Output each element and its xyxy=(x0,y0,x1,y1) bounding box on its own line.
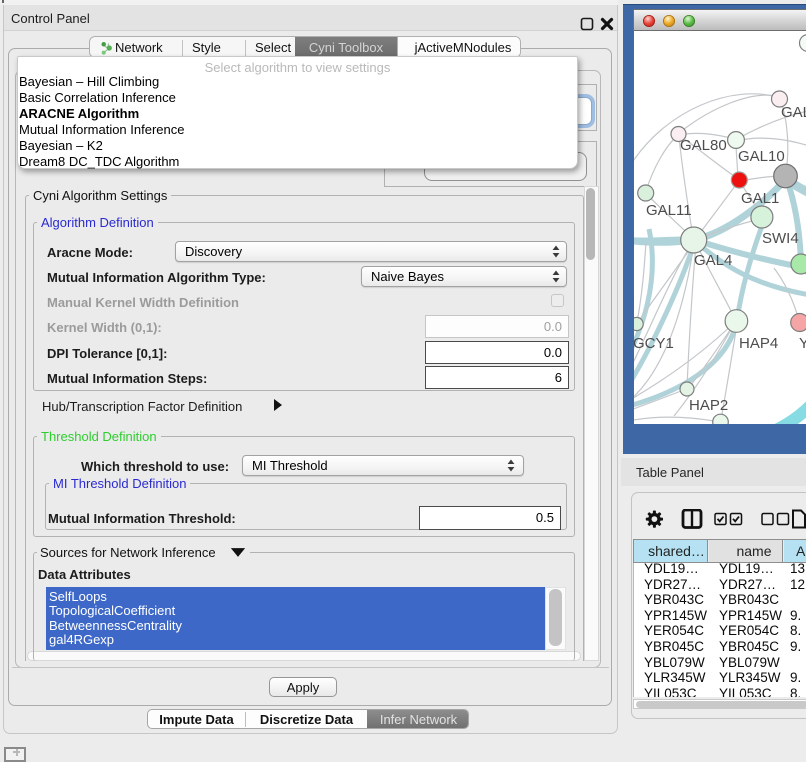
svg-text:HAP2: HAP2 xyxy=(689,397,728,414)
svg-text:SWI4: SWI4 xyxy=(762,230,799,247)
svg-text:GAL4: GAL4 xyxy=(694,252,732,269)
svg-text:GAL11: GAL11 xyxy=(646,202,692,219)
svg-text:GCY1: GCY1 xyxy=(634,335,674,352)
svg-text:GAL7: GAL7 xyxy=(781,104,806,121)
svg-text:Y: Y xyxy=(799,335,806,352)
svg-text:HAP4: HAP4 xyxy=(739,335,778,352)
svg-text:GAL1: GAL1 xyxy=(741,190,779,207)
svg-text:GAL80: GAL80 xyxy=(680,137,727,154)
svg-text:GAL10: GAL10 xyxy=(738,148,785,165)
